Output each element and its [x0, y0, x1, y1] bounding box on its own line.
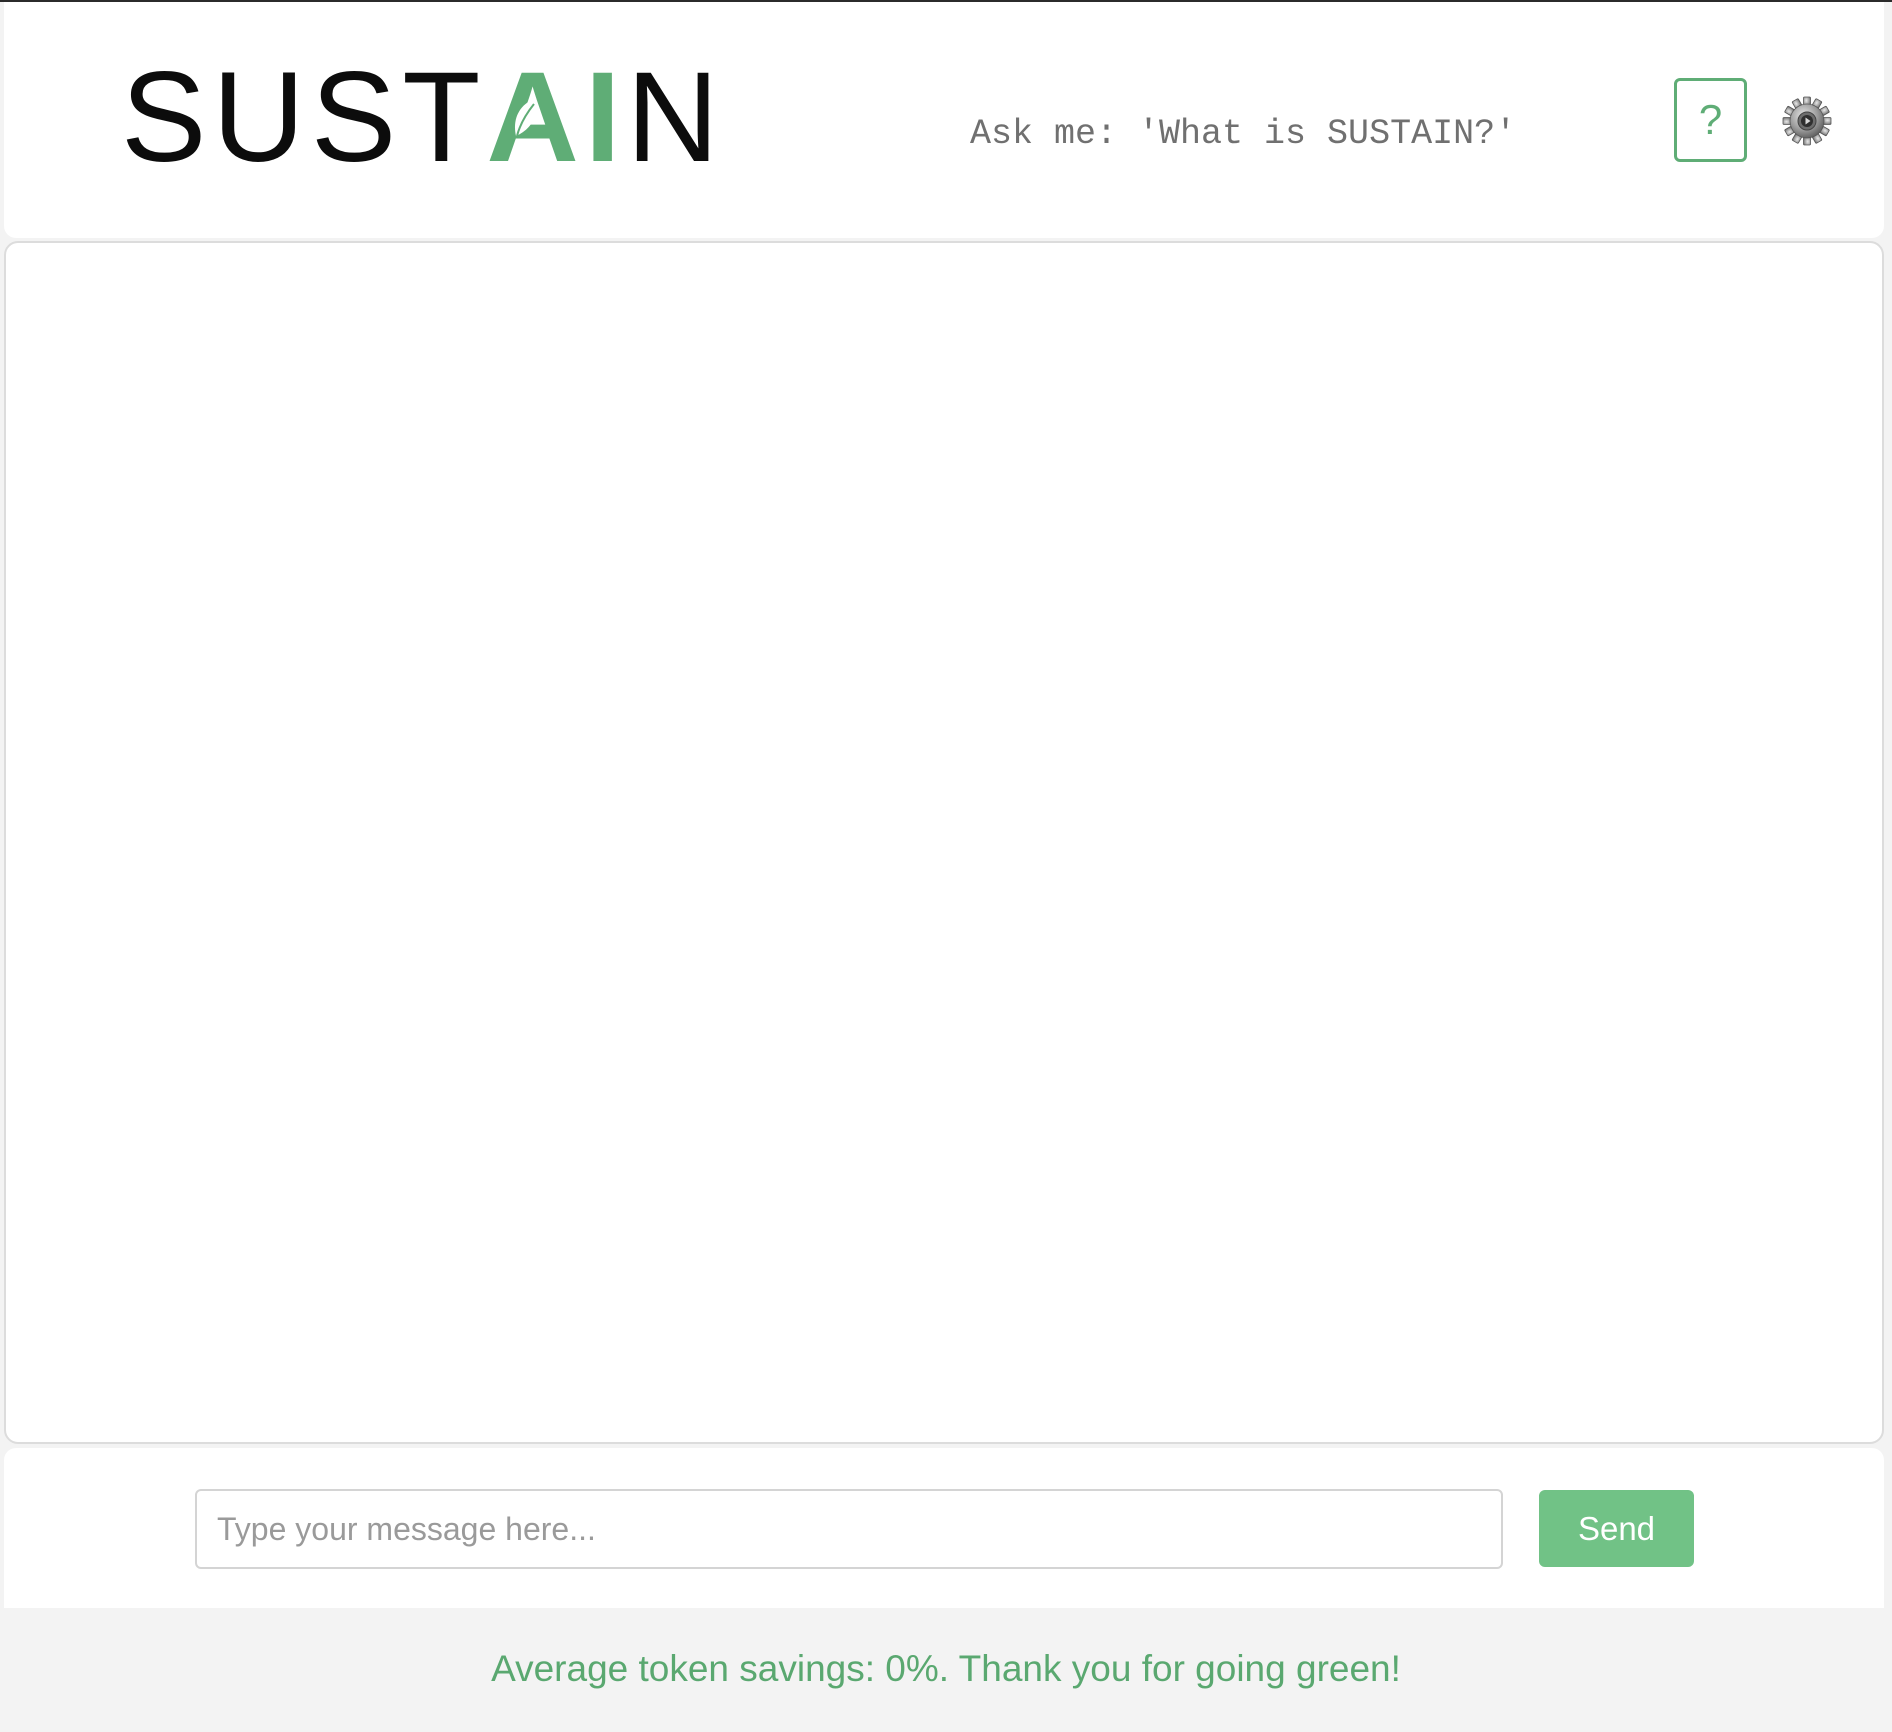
logo-accent-letters: AI — [486, 46, 627, 189]
logo-text-accent: AI — [486, 54, 626, 182]
logo-text-suffix: N — [626, 46, 725, 189]
question-mark-icon: ? — [1698, 96, 1723, 143]
message-input[interactable] — [195, 1489, 1503, 1569]
token-savings-status: Average token savings: 0%. Thank you for… — [491, 1648, 1401, 1689]
chat-messages-area[interactable] — [4, 241, 1884, 1444]
sustain-logo: SUST AI N — [121, 54, 725, 182]
leaf-icon — [515, 98, 538, 137]
app-header: SUST AI N Ask me: 'What is SUSTAIN?' ? — [4, 2, 1884, 238]
logo-text-prefix: SUST — [121, 46, 487, 189]
ask-me-hint: Ask me: 'What is SUSTAIN?' — [970, 114, 1517, 154]
help-button[interactable]: ? — [1674, 78, 1747, 162]
message-composer: Send — [4, 1448, 1884, 1608]
send-button[interactable]: Send — [1539, 1490, 1694, 1567]
gear-icon[interactable] — [1782, 96, 1832, 146]
